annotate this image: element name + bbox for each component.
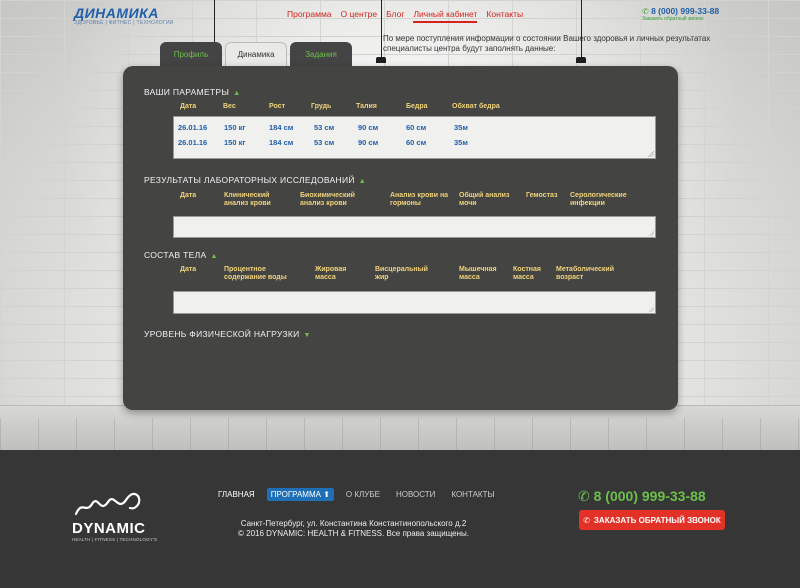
intro-text: По мере поступления информации о состоян…	[383, 34, 711, 53]
phone-icon: ✆	[578, 488, 590, 504]
footer-brand: DYNAMIC	[72, 520, 146, 537]
lab-section-header[interactable]: РЕЗУЛЬТАТЫ ЛАБОРАТОРНЫХ ИССЛЕДОВАНИЙ ▲	[144, 175, 366, 185]
nav-about[interactable]: О центре	[341, 9, 378, 23]
body-col-muscle: Мышечная масса	[459, 266, 497, 281]
resize-handle-icon[interactable]	[648, 230, 654, 236]
params-cell: 26.01.16	[178, 123, 208, 132]
params-cell: 53 см	[314, 123, 335, 132]
footer-nav-news[interactable]: НОВОСТИ	[392, 488, 439, 501]
lamp-icon	[576, 57, 586, 63]
main-nav: Программа О центре Блог Личный кабинет К…	[287, 9, 523, 23]
activity-title: УРОВЕНЬ ФИЗИЧЕСКОЙ НАГРУЗКИ	[144, 329, 300, 339]
footer-logo[interactable]: DYNAMIC HEALTH | FITNESS | TECHNOLOGY'S	[72, 490, 157, 542]
lab-col-date: Дата	[180, 192, 197, 199]
dynamics-panel: ВАШИ ПАРАМЕТРЫ ▲ Дата Вес Рост Грудь Тали…	[123, 66, 678, 410]
body-col-bone: Костная масса	[513, 266, 541, 281]
callback-button[interactable]: ✆ ЗАКАЗАТЬ ОБРАТНЫЙ ЗВОНОК	[579, 510, 725, 530]
footer-address: Санкт-Петербург, ул. Константина Констан…	[240, 519, 467, 528]
header-callback-link[interactable]: Заказать обратный звонок	[642, 16, 703, 22]
body-col-water: Процентное содержание воды	[224, 266, 287, 281]
lab-col-biochem: Биохимический анализ крови	[300, 192, 355, 207]
params-col-hip-girth: Обхват бедра	[452, 103, 500, 110]
callback-button-label: ЗАКАЗАТЬ ОБРАТНЫЙ ЗВОНОК	[593, 515, 721, 525]
body-col-metabolic-age: Метаболический возраст	[556, 266, 614, 281]
chevron-up-icon: ▲	[233, 90, 241, 97]
params-cell: 150 кг	[224, 138, 246, 147]
lab-title: РЕЗУЛЬТАТЫ ЛАБОРАТОРНЫХ ИССЛЕДОВАНИЙ	[144, 175, 355, 185]
header-phone-number: 8 (000) 999-33-88	[651, 6, 720, 16]
footer-nav-home[interactable]: ГЛАВНАЯ	[214, 488, 259, 501]
footer-copyright: © 2016 DYNAMIC: HEALTH & FITNESS. Все пр…	[238, 529, 470, 538]
nav-account[interactable]: Личный кабинет	[413, 9, 478, 23]
site-footer: DYNAMIC HEALTH | FITNESS | TECHNOLOGY'S …	[0, 450, 800, 588]
body-section-header[interactable]: СОСТАВ ТЕЛА ▲	[144, 250, 218, 260]
lab-col-hormones: Анализ крови на гормоны	[390, 192, 449, 207]
lab-col-serology: Серологические инфекции	[570, 192, 627, 207]
params-cell: 184 см	[269, 138, 294, 147]
logo-title: ДИНАМИКА	[74, 5, 159, 21]
tab-dynamics[interactable]: Динамика	[225, 42, 287, 66]
params-col-height: Рост	[269, 103, 285, 110]
site-header: ДИНАМИКА ЗДОРОВЬЕ | ФИТНЕС | ТЕХНОЛОГИИ …	[0, 0, 800, 26]
params-cell: 53 см	[314, 138, 335, 147]
params-cell: 150 кг	[224, 123, 246, 132]
lab-col-clinical: Клинический анализ крови	[224, 192, 271, 207]
dynamic-wave-icon	[74, 492, 141, 516]
chevron-up-icon: ▲	[210, 253, 218, 260]
params-cell: 60 см	[406, 123, 427, 132]
params-cell: 90 см	[358, 138, 379, 147]
footer-nav: ГЛАВНАЯ ПРОГРАММА ⬆ О КЛУБЕ НОВОСТИ КОНТ…	[214, 488, 499, 501]
params-col-hips: Бедра	[406, 103, 428, 110]
params-title: ВАШИ ПАРАМЕТРЫ	[144, 87, 230, 97]
phone-icon: ✆	[642, 7, 649, 16]
resize-handle-icon[interactable]	[648, 306, 654, 312]
body-col-visceral: Висцеральный жир	[375, 266, 428, 281]
footer-phone-number: 8 (000) 999-33-88	[593, 488, 706, 504]
params-cell: 184 см	[269, 123, 294, 132]
arrow-up-icon: ⬆	[323, 490, 330, 499]
nav-contacts[interactable]: Контакты	[486, 9, 523, 23]
footer-nav-club[interactable]: О КЛУБЕ	[342, 488, 384, 501]
tab-profile[interactable]: Профиль	[160, 42, 222, 66]
floor-boards	[0, 418, 800, 450]
body-data-box[interactable]	[173, 291, 656, 314]
site-logo[interactable]: ДИНАМИКА ЗДОРОВЬЕ | ФИТНЕС | ТЕХНОЛОГИИ	[74, 5, 173, 26]
phone-icon: ✆	[583, 515, 590, 525]
body-col-fat: Жировая масса	[315, 266, 347, 281]
params-col-weight: Вес	[223, 103, 236, 110]
tab-tasks[interactable]: Задания	[290, 42, 352, 66]
params-cell: 26.01.16	[178, 138, 208, 147]
footer-tagline: HEALTH | FITNESS | TECHNOLOGY'S	[72, 537, 158, 542]
chevron-up-icon: ▲	[358, 178, 367, 185]
nav-program[interactable]: Программа	[287, 9, 332, 23]
profile-tabs: Профиль Динамика Задания	[160, 42, 352, 66]
params-cell: 35м	[454, 123, 468, 132]
lamp-icon	[376, 57, 386, 63]
footer-phone[interactable]: ✆ 8 (000) 999-33-88	[578, 488, 706, 505]
footer-nav-program[interactable]: ПРОГРАММА ⬆	[266, 488, 334, 501]
resize-handle-icon[interactable]	[648, 151, 654, 157]
params-cell: 90 см	[358, 123, 379, 132]
lab-data-box[interactable]	[173, 216, 656, 238]
header-phone[interactable]: ✆ 8 (000) 999-33-88	[642, 6, 719, 16]
params-cell: 35м	[454, 138, 468, 147]
footer-nav-program-label: ПРОГРАММА	[270, 490, 321, 499]
params-cell: 60 см	[406, 138, 427, 147]
logo-subtitle: ЗДОРОВЬЕ | ФИТНЕС | ТЕХНОЛОГИИ	[74, 20, 174, 26]
params-col-date: Дата	[180, 103, 197, 110]
body-col-date: Дата	[180, 266, 197, 273]
activity-section-header[interactable]: УРОВЕНЬ ФИЗИЧЕСКОЙ НАГРУЗКИ ▼	[144, 329, 311, 339]
body-title: СОСТАВ ТЕЛА	[144, 250, 207, 260]
lab-col-hemostasis: Гемостаз	[526, 192, 558, 199]
nav-blog[interactable]: Блог	[386, 9, 404, 23]
params-section-header[interactable]: ВАШИ ПАРАМЕТРЫ ▲	[144, 87, 240, 97]
footer-nav-contacts[interactable]: КОНТАКТЫ	[447, 488, 498, 501]
params-data-box[interactable]: 26.01.16 150 кг 184 см 53 см 90 см 60 см…	[173, 116, 656, 159]
chevron-down-icon: ▼	[303, 332, 311, 339]
lab-col-urine: Общий анализ мочи	[459, 192, 510, 207]
footer-address-block: Санкт-Петербург, ул. Константина Констан…	[238, 519, 469, 539]
params-col-waist: Талия	[356, 103, 377, 110]
params-col-chest: Грудь	[311, 103, 332, 110]
